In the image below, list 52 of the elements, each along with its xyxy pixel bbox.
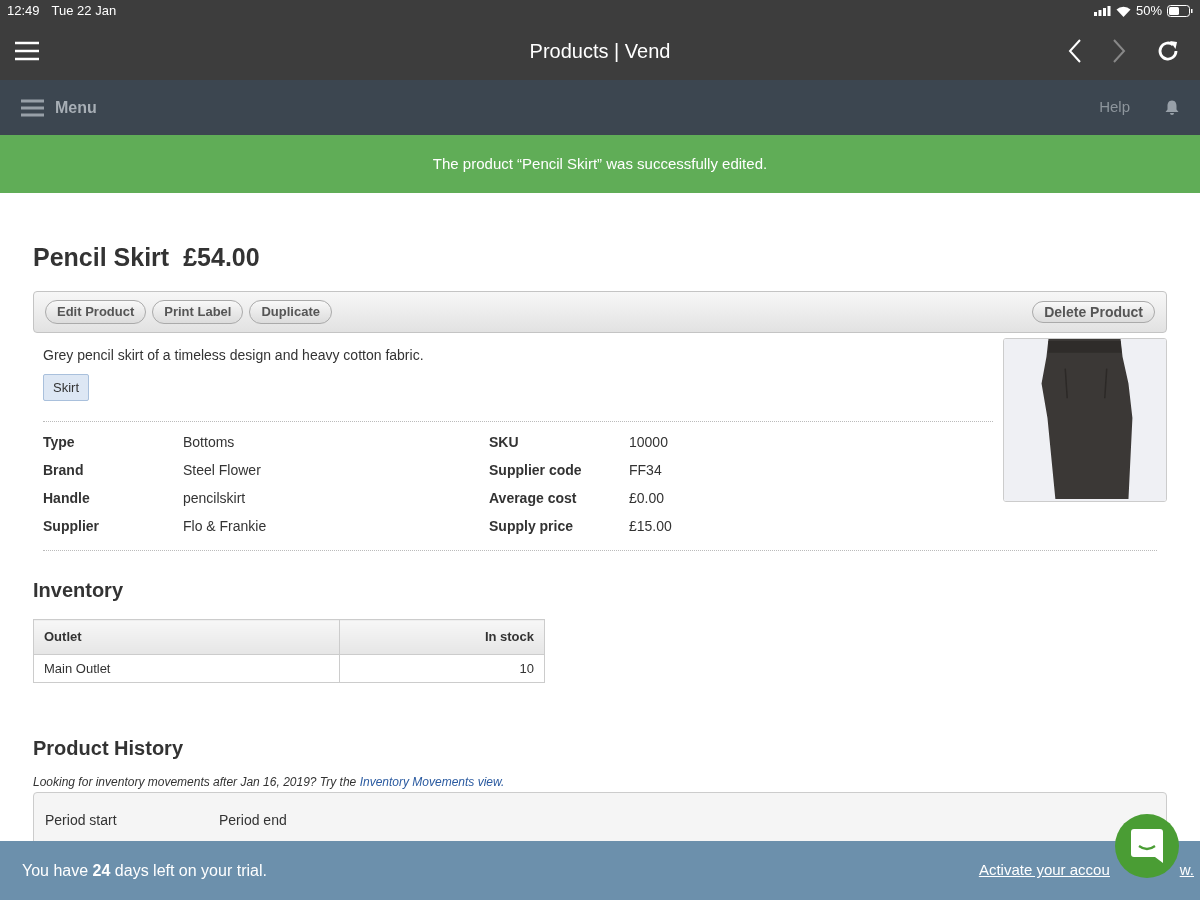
detail-value: FF34 [629,460,662,480]
detail-value: Steel Flower [183,460,261,480]
history-column: Period end [219,811,393,829]
history-note: Looking for inventory movements after Jan 16, 2019? Try the Inventory Movements view. [33,774,506,791]
detail-label: Supplier code [489,460,583,480]
battery-percent: 50% [1135,2,1162,21]
trial-message: You have 24 days left on your trial. [22,860,267,881]
detail-value: £15.00 [629,516,672,536]
detail-value: Bottoms [183,432,235,452]
reload-icon[interactable] [1156,39,1180,63]
forward-icon[interactable] [1112,39,1126,63]
detail-value: pencilskirt [183,488,246,508]
section-heading: Inventory [33,578,125,603]
toolbar-button[interactable]: Delete Product [1032,300,1155,323]
activate-link[interactable]: w. [1179,859,1194,882]
section-heading: Product History [33,736,185,761]
signal-icon [1093,6,1111,16]
status-date: Tue 22 Jan [51,2,117,21]
product-tag[interactable]: Skirt [43,373,89,401]
column-header: Outlet [33,619,340,655]
column-header: In stock [339,619,545,655]
product-description: Grey pencil skirt of a timeless design and heavy cotton fabric. [43,345,425,365]
inventory-movements-link[interactable]: Inventory Movements view. [359,775,505,789]
status-time: 12:49 [7,2,40,21]
detail-label: Average cost [489,488,578,508]
battery-icon [1167,5,1193,17]
menu-label[interactable]: Menu [55,95,97,120]
page-title: Products | Vend [529,39,671,64]
history-column: Period start [45,811,219,829]
toolbar-button[interactable]: Edit Product [45,299,147,324]
detail-value: £0.00 [629,488,665,508]
product-price: £54.00 [183,242,260,273]
help-link[interactable]: Help [1099,96,1130,119]
back-icon[interactable] [1068,39,1082,63]
table-cell: Main Outlet [33,654,340,683]
product-name: Pencil Skirt [33,242,170,273]
detail-value: Flo & Frankie [183,516,267,536]
success-banner: The product “Pencil Skirt” was successfully edited. [0,135,1200,193]
bell-icon[interactable] [1165,100,1179,115]
detail-label: Supplier [43,516,100,536]
toolbar-button[interactable]: Duplicate [249,299,332,324]
detail-label: Supply price [489,516,575,536]
activate-link[interactable]: Activate your accou [978,859,1110,882]
wifi-icon [1115,5,1131,17]
chat-icon [1131,829,1163,863]
detail-value: 10000 [629,432,668,452]
table-cell: 10 [339,654,545,683]
detail-label: SKU [489,432,520,452]
detail-label: Brand [43,460,85,480]
detail-label: Type [43,432,76,452]
toolbar-button[interactable]: Print Label [152,299,244,324]
detail-label: Handle [43,488,91,508]
